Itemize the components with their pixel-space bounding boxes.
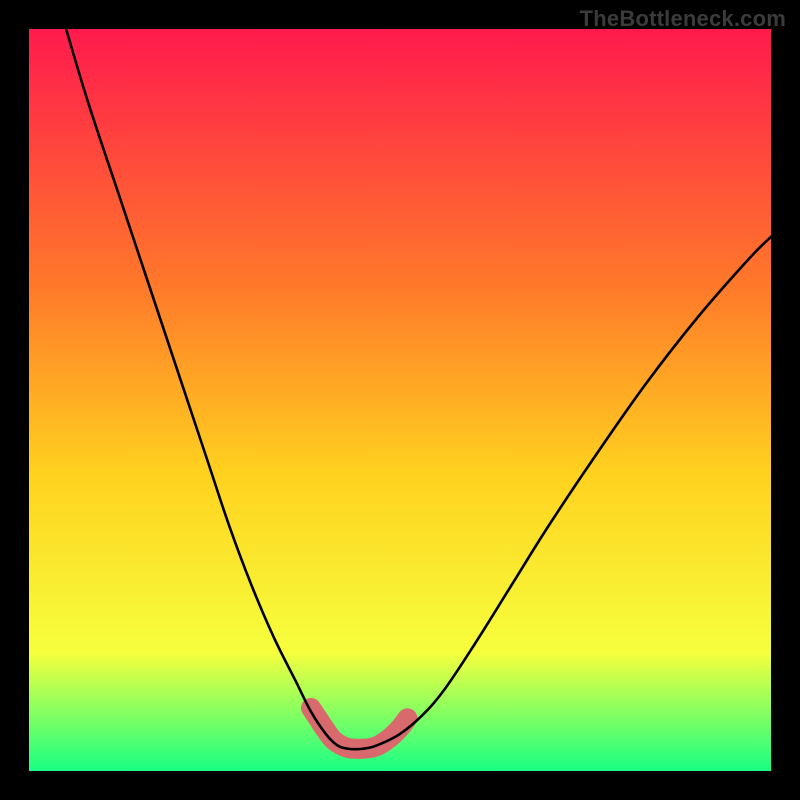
watermark-text: TheBottleneck.com [580, 6, 786, 32]
frame: TheBottleneck.com [0, 0, 800, 800]
gradient-background [29, 29, 771, 771]
chart-area [29, 29, 771, 771]
chart-svg [29, 29, 771, 771]
